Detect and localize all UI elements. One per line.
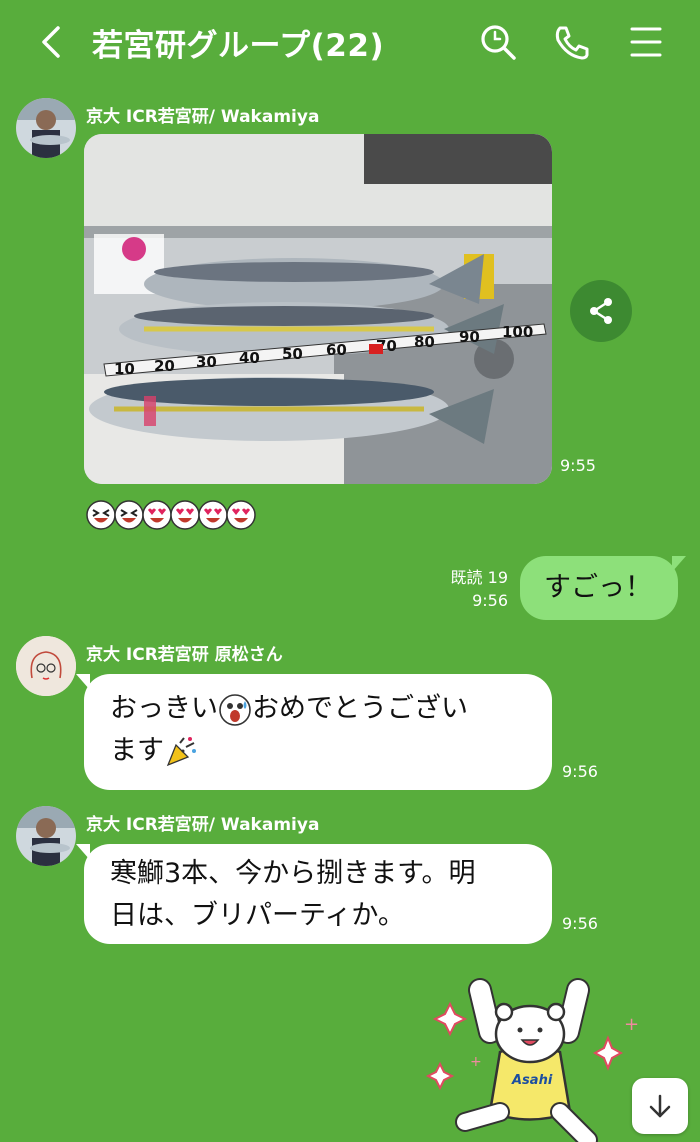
scroll-to-bottom-button[interactable] bbox=[632, 1078, 688, 1134]
heart-eyes-emoji-icon bbox=[142, 500, 172, 530]
timestamp: 9:55 bbox=[560, 456, 596, 475]
message-bubble-incoming[interactable]: 寒鰤3本、今から捌きます。明 日は、ブリパーティか。 bbox=[76, 844, 552, 944]
party-popper-icon bbox=[166, 736, 196, 766]
heart-eyes-emoji-icon bbox=[170, 500, 200, 530]
message-text: おっきい bbox=[110, 693, 218, 724]
share-button[interactable] bbox=[570, 280, 632, 342]
fish-photo[interactable]: 10 20 30 40 50 60 70 80 90 100 bbox=[84, 134, 552, 484]
phone-icon[interactable] bbox=[550, 20, 594, 64]
message-text: 日は、ブリパーティか。 bbox=[110, 900, 405, 931]
avatar[interactable] bbox=[16, 636, 76, 696]
bear-sticker[interactable]: + + Asahi bbox=[410, 972, 650, 1142]
tape-number: 20 bbox=[154, 357, 175, 375]
avatar[interactable] bbox=[16, 806, 76, 866]
sender-name: 京大 ICR若宮研/ Wakamiya bbox=[86, 107, 320, 127]
message-text: 寒鰤3本、今から捌きます。明 bbox=[110, 858, 476, 889]
read-count: 既読 19 bbox=[450, 568, 508, 587]
tape-number: 60 bbox=[326, 341, 347, 359]
sender-name: 京大 ICR若宮研 原松さん bbox=[86, 645, 283, 665]
message-text: すごっ！ bbox=[544, 572, 652, 603]
sender-name: 京大 ICR若宮研/ Wakamiya bbox=[86, 815, 320, 835]
tape-number: 100 bbox=[502, 323, 533, 341]
timestamp: 9:56 bbox=[562, 914, 598, 933]
laughing-emoji-icon bbox=[86, 500, 116, 530]
message-text: ます bbox=[110, 735, 164, 766]
svg-text:+: + bbox=[624, 1014, 639, 1035]
svg-text:+: + bbox=[470, 1054, 482, 1070]
shocked-emoji-icon bbox=[219, 693, 251, 726]
tape-number: 80 bbox=[414, 333, 435, 351]
arrow-down-icon bbox=[649, 1094, 671, 1118]
message-bubble-outgoing[interactable]: すごっ！ bbox=[520, 556, 686, 620]
tape-number: 40 bbox=[239, 349, 260, 367]
heart-eyes-emoji-icon bbox=[198, 500, 228, 530]
read-receipt: 既読 19 9:56 bbox=[430, 566, 508, 612]
chat-title: 若宮研グループ(22) bbox=[92, 28, 385, 64]
heart-eyes-emoji-icon bbox=[226, 500, 256, 530]
timestamp: 9:56 bbox=[472, 591, 508, 610]
message-bubble-incoming[interactable]: おっきい おめでとうござい ます bbox=[76, 674, 552, 790]
tape-number: 30 bbox=[196, 353, 217, 371]
share-icon bbox=[590, 298, 612, 324]
message-text: おめでとうござい bbox=[252, 693, 468, 724]
tape-number: 90 bbox=[459, 328, 480, 346]
tape-number: 50 bbox=[282, 345, 303, 363]
chat-header: 若宮研グループ(22) bbox=[0, 0, 700, 84]
sticker-brand: Asahi bbox=[511, 1073, 553, 1088]
tape-number: 10 bbox=[114, 360, 135, 378]
emoji-reaction-row bbox=[86, 500, 256, 536]
menu-icon[interactable] bbox=[624, 20, 668, 64]
laughing-emoji-icon bbox=[114, 500, 144, 530]
avatar[interactable] bbox=[16, 98, 76, 158]
search-icon[interactable] bbox=[476, 20, 520, 64]
timestamp: 9:56 bbox=[562, 762, 598, 781]
back-arrow-icon[interactable] bbox=[32, 22, 72, 62]
